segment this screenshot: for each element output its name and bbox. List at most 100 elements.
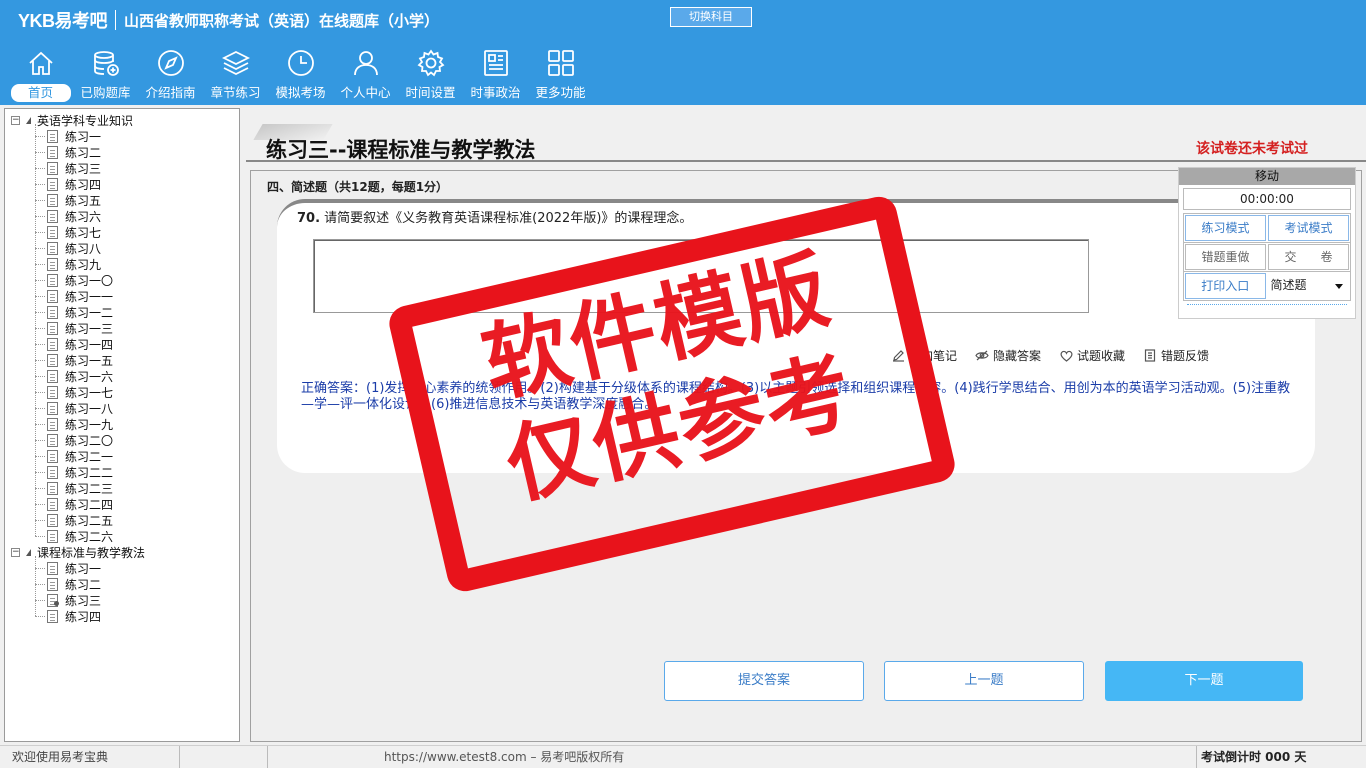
question-actions: 添加笔记 隐藏答案 试题收藏 错题反馈 <box>891 347 1209 364</box>
nav-time-settings[interactable]: 时间设置 <box>398 46 463 104</box>
tree-item[interactable]: 练习一〇 <box>47 272 113 288</box>
document-icon <box>47 305 58 319</box>
tree-item[interactable]: 练习二四 <box>47 496 113 512</box>
tree-item[interactable]: 练习一八 <box>47 400 113 416</box>
question-card: 70. 请简要叙述《义务教育英语课程标准(2022年版)》的课程理念。 添加笔记… <box>277 199 1315 473</box>
pencil-icon <box>891 349 905 363</box>
tree-item[interactable]: 练习二 <box>47 144 101 160</box>
tree-item-label: 练习一四 <box>65 337 114 352</box>
document-icon <box>47 417 58 431</box>
tree-item[interactable]: 练习三 <box>47 592 101 608</box>
tree-item[interactable]: 练习一七 <box>47 384 113 400</box>
news-icon <box>479 46 513 80</box>
submit-paper-button[interactable]: 交 卷 <box>1268 244 1349 270</box>
nav-chapter-practice[interactable]: 章节练习 <box>203 46 268 104</box>
question-text: 70. 请简要叙述《义务教育英语课程标准(2022年版)》的课程理念。 <box>297 207 692 226</box>
tree-connector <box>35 200 45 201</box>
favorite-button[interactable]: 试题收藏 <box>1059 347 1125 364</box>
answer-input[interactable] <box>313 239 1089 313</box>
exam-mode-button[interactable]: 考试模式 <box>1268 215 1349 241</box>
feedback-label: 错题反馈 <box>1161 349 1210 363</box>
panel-move-handle[interactable]: 移动 <box>1179 168 1355 185</box>
collapse-icon[interactable]: − <box>11 547 20 557</box>
tree-item[interactable]: 练习四 <box>47 176 101 192</box>
tree-root[interactable]: − 英语学科专业知识 <box>11 112 133 128</box>
tree-item[interactable]: 练习一 <box>47 128 101 144</box>
document-icon <box>47 481 58 495</box>
tree-item[interactable]: 练习四 <box>47 608 101 624</box>
tree-item[interactable]: 练习二二 <box>47 464 113 480</box>
tree-item[interactable]: 练习二一 <box>47 448 113 464</box>
tree-item[interactable]: 练习二六 <box>47 528 113 544</box>
print-button[interactable]: 打印入口 <box>1185 273 1266 299</box>
add-note-button[interactable]: 添加笔记 <box>891 347 957 364</box>
tree-item[interactable]: 练习三 <box>47 160 101 176</box>
tree-item[interactable]: 练习七 <box>47 224 101 240</box>
tree-connector <box>35 248 45 249</box>
nav-purchased-label: 已购题库 <box>80 85 131 100</box>
tree-item[interactable]: 练习一 <box>47 560 101 576</box>
nav-guide[interactable]: 介绍指南 <box>138 46 203 104</box>
switch-subject-button[interactable]: 切换科目 <box>670 7 752 27</box>
nav-guide-label: 介绍指南 <box>145 85 196 100</box>
tree-connector <box>35 232 45 233</box>
tree-item-label: 练习二四 <box>65 497 114 512</box>
app-logo: YKB易考吧 <box>18 11 108 31</box>
tree-item[interactable]: 练习五 <box>47 192 101 208</box>
tree-item[interactable]: 练习二三 <box>47 480 113 496</box>
redo-wrong-button[interactable]: 错题重做 <box>1185 244 1266 270</box>
collapse-icon[interactable]: − <box>11 115 20 125</box>
tree-item-label: 练习二 <box>65 577 102 592</box>
database-icon <box>89 46 123 80</box>
nav-personal[interactable]: 个人中心 <box>333 46 398 104</box>
nav-home[interactable]: 首页 <box>8 46 73 104</box>
tree-item[interactable]: 练习一三 <box>47 320 113 336</box>
tree-item[interactable]: 练习一五 <box>47 352 113 368</box>
document-icon <box>47 145 58 159</box>
exam-control-panel: 移动 00:00:00 练习模式 考试模式 错题重做 交 卷 打印入口 简述题 <box>1178 167 1356 319</box>
tree-item-label: 练习一 <box>65 129 102 144</box>
nav-current-affairs[interactable]: 时事政治 <box>463 46 528 104</box>
tree-item[interactable]: 练习二五 <box>47 512 113 528</box>
tree-item[interactable]: 练习九 <box>47 256 101 272</box>
mode-row: 练习模式 考试模式 <box>1183 213 1351 243</box>
tree-root[interactable]: − 课程标准与教学教法 <box>11 544 145 560</box>
tree-item-label: 练习一三 <box>65 321 114 336</box>
nav-more[interactable]: 更多功能 <box>528 46 593 104</box>
tree-connector <box>35 392 45 393</box>
tree-item[interactable]: 练习一六 <box>47 368 113 384</box>
hide-answer-button[interactable]: 隐藏答案 <box>975 347 1041 364</box>
tree-item[interactable]: 练习二 <box>47 576 101 592</box>
tree-connector <box>35 264 45 265</box>
tree-item[interactable]: 练习八 <box>47 240 101 256</box>
tree-item-label: 练习二三 <box>65 481 114 496</box>
tree-item[interactable]: 练习一九 <box>47 416 113 432</box>
document-icon <box>47 385 58 399</box>
question-type-select[interactable]: 简述题 <box>1268 273 1350 299</box>
eye-off-icon <box>975 349 989 363</box>
action-row: 错题重做 交 卷 <box>1183 243 1351 272</box>
tree-item[interactable]: 练习一二 <box>47 304 113 320</box>
next-question-button[interactable]: 下一题 <box>1105 661 1303 701</box>
document-icon <box>47 609 58 623</box>
grid-icon <box>544 46 578 80</box>
favorite-label: 试题收藏 <box>1077 349 1126 363</box>
document-icon <box>47 593 59 607</box>
tree-item[interactable]: 练习六 <box>47 208 101 224</box>
tree-item-label: 练习四 <box>65 609 102 624</box>
prev-question-button[interactable]: 上一题 <box>884 661 1084 701</box>
tree-item-label: 练习七 <box>65 225 102 240</box>
tree-item[interactable]: 练习一四 <box>47 336 113 352</box>
practice-mode-button[interactable]: 练习模式 <box>1185 215 1266 241</box>
tree-item[interactable]: 练习二〇 <box>47 432 113 448</box>
nav-purchased[interactable]: 已购题库 <box>73 46 138 104</box>
tree-item[interactable]: 练习一一 <box>47 288 113 304</box>
document-icon <box>47 561 58 575</box>
document-icon <box>47 577 58 591</box>
section-header: 四、简述题（共12题，每题1分） <box>267 180 449 194</box>
question-body: 请简要叙述《义务教育英语课程标准(2022年版)》的课程理念。 <box>324 211 693 226</box>
nav-mock-exam[interactable]: 模拟考场 <box>268 46 333 104</box>
submit-answer-button[interactable]: 提交答案 <box>664 661 864 701</box>
tree-connector <box>35 184 45 185</box>
feedback-button[interactable]: 错题反馈 <box>1143 347 1209 364</box>
